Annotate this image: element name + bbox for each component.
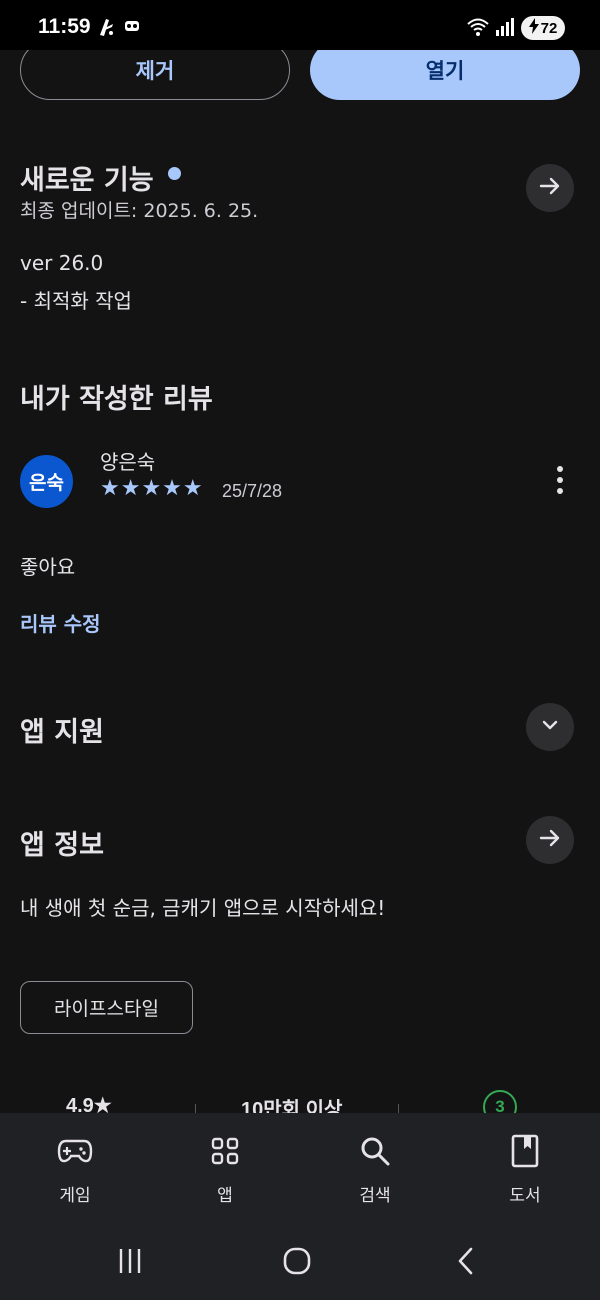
more-vert-icon-dot xyxy=(557,466,563,472)
nav-item-games[interactable]: 게임 xyxy=(0,1113,150,1225)
more-options-button[interactable] xyxy=(548,462,572,498)
back-button[interactable] xyxy=(446,1243,486,1283)
nav-label-games: 게임 xyxy=(59,1186,91,1206)
bottom-navigation: 게임 앱 검색 도서 xyxy=(0,1113,600,1225)
notification-app-icon xyxy=(96,16,116,42)
signal-icon xyxy=(494,16,516,42)
arrow-right-icon xyxy=(538,174,562,202)
more-vert-icon-dot xyxy=(557,477,563,483)
voicemail-icon xyxy=(124,16,140,40)
app-details-screen: 11:59 72 제거 열기 새로운 기능 최종 업데이트: 2025. 6. … xyxy=(0,0,600,1300)
book-icon xyxy=(507,1133,543,1169)
scroll-content[interactable]: 제거 열기 새로운 기능 최종 업데이트: 2025. 6. 25. ver 2… xyxy=(0,0,600,1300)
home-button[interactable] xyxy=(277,1243,317,1283)
nav-label-search: 검색 xyxy=(359,1186,391,1206)
arrow-right-icon xyxy=(538,826,562,854)
gamepad-icon xyxy=(57,1133,93,1169)
review-date: 25/7/28 xyxy=(222,481,283,501)
nav-label-books: 도서 xyxy=(509,1186,541,1206)
search-icon xyxy=(357,1133,393,1169)
app-info-title: 앱 정보 xyxy=(20,830,104,861)
last-updated: 최종 업데이트: 2025. 6. 25. xyxy=(20,200,259,222)
battery-level: 72 xyxy=(540,19,558,37)
app-support-expand-button[interactable] xyxy=(526,703,574,751)
app-support-title[interactable]: 앱 지원 xyxy=(20,710,104,749)
new-indicator-dot xyxy=(168,167,181,180)
recent-apps-icon xyxy=(115,1247,145,1279)
home-icon xyxy=(282,1246,312,1280)
version-text: ver 26.0 xyxy=(20,251,104,275)
release-notes: - 최적화 작업 xyxy=(20,289,132,313)
back-icon xyxy=(454,1246,478,1280)
recent-apps-button[interactable] xyxy=(110,1243,150,1283)
status-bar: 11:59 72 xyxy=(0,0,600,50)
category-chip[interactable]: 라이프스타일 xyxy=(20,981,193,1034)
chevron-down-icon xyxy=(539,714,561,740)
app-info-arrow-button[interactable] xyxy=(526,816,574,864)
avatar: 은숙 xyxy=(20,455,73,508)
more-vert-icon-dot xyxy=(557,488,563,494)
whats-new-title: 새로운 기능 xyxy=(20,165,154,196)
apps-grid-icon xyxy=(207,1133,243,1169)
star-rating: ★★★★★ xyxy=(100,476,204,501)
nav-item-books[interactable]: 도서 xyxy=(450,1113,600,1225)
review-text: 좋아요 xyxy=(20,555,76,579)
nav-label-apps: 앱 xyxy=(217,1186,233,1206)
edit-review-link[interactable]: 리뷰 수정 xyxy=(20,608,101,637)
battery-charging-icon xyxy=(528,18,539,38)
whats-new-arrow-button[interactable] xyxy=(526,164,574,212)
app-description: 내 생애 첫 순금, 금캐기 앱으로 시작하세요! xyxy=(20,896,386,920)
system-navigation-bar xyxy=(0,1225,600,1300)
status-time: 11:59 xyxy=(38,15,91,38)
wifi-icon xyxy=(466,16,490,42)
nav-item-search[interactable]: 검색 xyxy=(300,1113,450,1225)
my-review-title: 내가 작성한 리뷰 xyxy=(20,384,213,415)
nav-item-apps[interactable]: 앱 xyxy=(150,1113,300,1225)
reviewer-name: 양은숙 xyxy=(100,450,156,474)
battery-indicator: 72 xyxy=(521,16,565,40)
